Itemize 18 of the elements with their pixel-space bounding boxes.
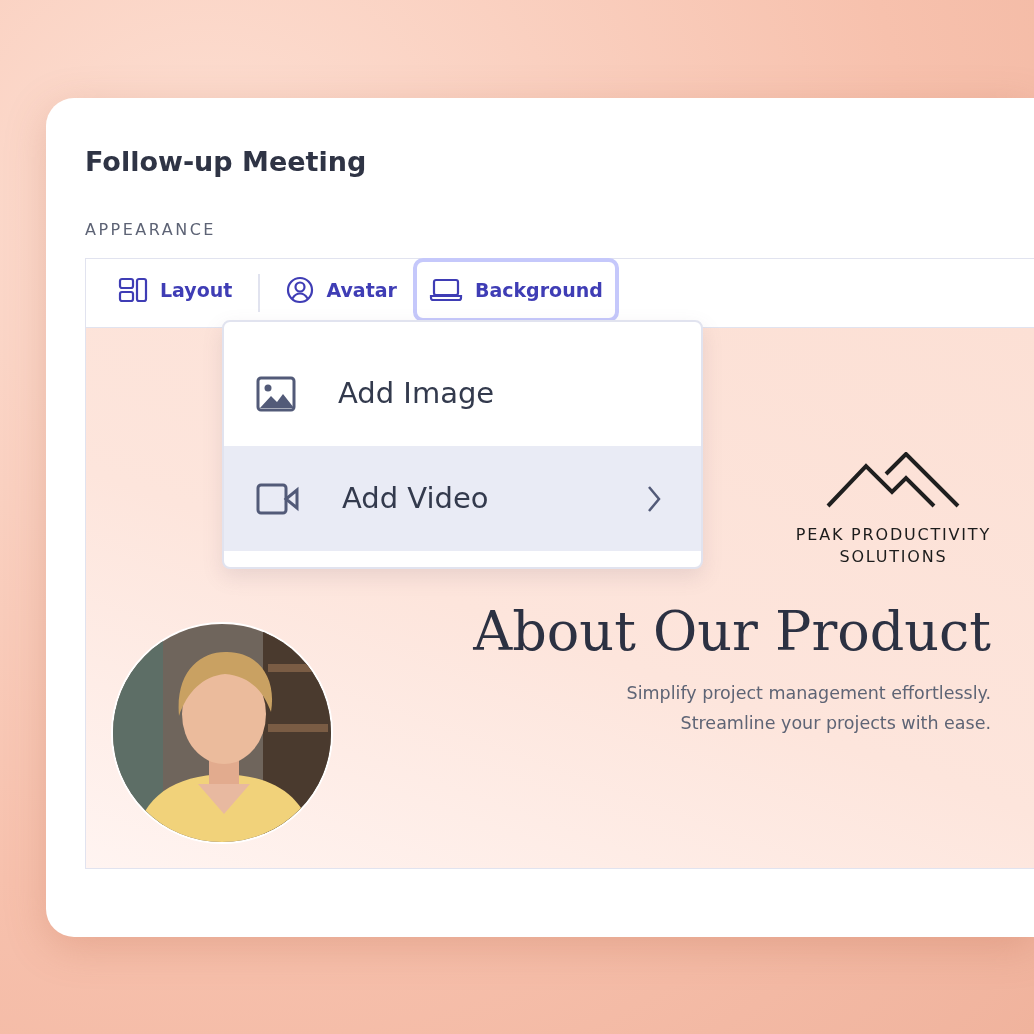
dialog-title: Follow-up Meeting [85,146,368,179]
laptop-icon [428,278,463,303]
layout-icon [118,277,148,304]
chevron-right-icon [647,484,661,513]
logo-text: SOLUTIONS [839,546,948,569]
menu-item[interactable]: Add Video [224,446,701,552]
logo-text: PEAK PRODUCTIVITY [795,524,991,547]
section-label: APPEARANCE [85,219,216,242]
video-camera-icon [256,482,300,515]
tab[interactable]: Layout [102,258,249,323]
tab[interactable]: Avatar [270,258,413,323]
mountain-logo-icon [826,452,961,509]
menu-item[interactable]: Add Image [224,341,701,447]
user-icon [286,276,315,305]
slide-heading: About Our Product [473,602,991,662]
image-icon [256,375,296,412]
slide-subtitle: Simplify project management effortlessly. [626,681,991,705]
slide-subtitle: Streamline your projects with ease. [679,711,991,735]
